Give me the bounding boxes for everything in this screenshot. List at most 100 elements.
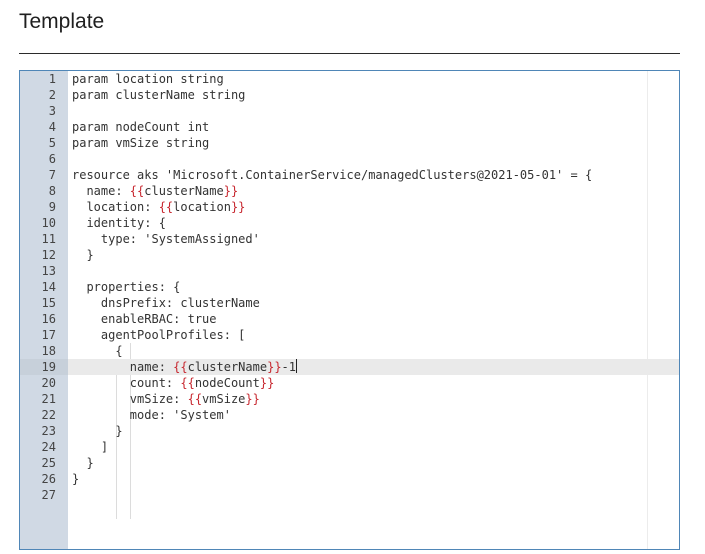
code-text[interactable]: } xyxy=(72,423,123,439)
code-token: name: xyxy=(72,360,174,374)
code-line[interactable]: 14 properties: { xyxy=(20,279,679,295)
code-text[interactable]: vmSize: {{vmSize}} xyxy=(72,391,260,407)
code-line[interactable]: 20 count: {{nodeCount}} xyxy=(20,375,679,391)
code-line[interactable]: 4 param nodeCount int xyxy=(20,119,679,135)
line-number: 21 xyxy=(41,392,56,406)
line-number: 7 xyxy=(48,168,56,182)
code-text[interactable]: count: {{nodeCount}} xyxy=(72,375,275,391)
text-cursor xyxy=(296,359,297,373)
line-number: 6 xyxy=(48,152,56,166)
code-line[interactable]: 1 param location string xyxy=(20,71,679,87)
code-line[interactable]: 11 type: 'SystemAssigned' xyxy=(20,231,679,247)
line-number: 13 xyxy=(41,264,56,278)
code-line[interactable]: 27 xyxy=(20,487,679,503)
code-token: clusterName xyxy=(144,184,224,198)
code-token: param nodeCount int xyxy=(72,120,210,134)
code-token: } xyxy=(72,424,123,438)
code-line[interactable]: 15 dnsPrefix: clusterName xyxy=(20,295,679,311)
code-line[interactable]: 10 identity: { xyxy=(20,215,679,231)
code-text[interactable]: location: {{location}} xyxy=(72,199,245,215)
code-text[interactable]: param location string xyxy=(72,71,224,87)
placeholder-brace: }} xyxy=(230,200,246,214)
code-token: properties: { xyxy=(72,280,181,294)
code-text[interactable]: { xyxy=(72,343,123,359)
line-number: 18 xyxy=(41,344,56,358)
code-line[interactable]: 2 param clusterName string xyxy=(20,87,679,103)
code-line[interactable]: 12 } xyxy=(20,247,679,263)
code-editor[interactable]: 1 param location string 2 param clusterName… xyxy=(19,70,680,550)
code-text[interactable]: resource aks 'Microsoft.ContainerService… xyxy=(72,167,592,183)
code-text[interactable]: param nodeCount int xyxy=(72,119,209,135)
placeholder-brace: {{ xyxy=(187,392,203,406)
code-token: param vmSize string xyxy=(72,136,210,150)
placeholder-brace: {{ xyxy=(180,376,195,390)
placeholder-brace: {{ xyxy=(158,200,174,214)
code-line[interactable]: 17 agentPoolProfiles: [ xyxy=(20,327,679,343)
code-text[interactable]: dnsPrefix: clusterName xyxy=(72,295,260,311)
code-token: } xyxy=(72,456,94,470)
code-text[interactable]: name: {{clusterName}} xyxy=(72,183,238,199)
code-token: clusterName xyxy=(187,360,268,374)
code-line[interactable]: 25 } xyxy=(20,455,679,471)
code-line[interactable]: 22 mode: 'System' xyxy=(20,407,679,423)
code-text[interactable]: properties: { xyxy=(72,279,180,295)
line-number: 19 xyxy=(20,359,68,375)
code-text[interactable]: mode: 'System' xyxy=(72,407,231,423)
line-number: 22 xyxy=(41,408,56,422)
placeholder-brace: {{ xyxy=(173,360,188,374)
code-line[interactable]: 16 enableRBAC: true xyxy=(20,311,679,327)
code-token: param location string xyxy=(72,72,224,86)
placeholder-brace: {{ xyxy=(129,184,145,198)
code-text[interactable]: name: {{clusterName}}-1 xyxy=(72,359,297,375)
code-line[interactable]: 19 name: {{clusterName}}-1 xyxy=(20,359,679,375)
placeholder-brace: }} xyxy=(245,392,260,406)
code-token: ] xyxy=(72,440,109,454)
code-lines[interactable]: 1 param location string 2 param clusterName… xyxy=(20,71,679,503)
code-text[interactable]: identity: { xyxy=(72,215,166,231)
code-token: location: xyxy=(72,200,159,214)
code-text[interactable]: } xyxy=(72,471,79,487)
line-number: 3 xyxy=(48,104,56,118)
code-text[interactable]: param vmSize string xyxy=(72,135,209,151)
code-token: type: 'SystemAssigned' xyxy=(72,232,260,246)
code-line[interactable]: 18 { xyxy=(20,343,679,359)
code-token: nodeCount xyxy=(194,376,260,390)
code-text[interactable]: ] xyxy=(72,439,108,455)
code-token: resource aks 'Microsoft.ContainerService… xyxy=(72,168,593,182)
code-text[interactable]: type: 'SystemAssigned' xyxy=(72,231,260,247)
code-line[interactable]: 8 name: {{clusterName}} xyxy=(20,183,679,199)
code-token: name: xyxy=(72,184,130,198)
code-text[interactable]: agentPoolProfiles: [ xyxy=(72,327,246,343)
line-number: 2 xyxy=(48,88,56,102)
line-number: 1 xyxy=(48,72,56,86)
code-token: { xyxy=(72,344,123,358)
code-token: count: xyxy=(72,376,181,390)
code-token: location xyxy=(173,200,231,214)
code-token: vmSize: xyxy=(72,392,188,406)
code-text[interactable]: } xyxy=(72,455,94,471)
code-token: } xyxy=(72,472,80,486)
line-number: 5 xyxy=(48,136,56,150)
line-number: 20 xyxy=(41,376,56,390)
line-number: 23 xyxy=(41,424,56,438)
line-number: 17 xyxy=(41,328,56,342)
code-text[interactable]: } xyxy=(72,247,93,263)
code-token: identity: { xyxy=(72,216,166,230)
line-number: 16 xyxy=(41,312,56,326)
code-text[interactable]: enableRBAC: true xyxy=(72,311,217,327)
line-number: 8 xyxy=(48,184,56,198)
code-line[interactable]: 7 resource aks 'Microsoft.ContainerServic… xyxy=(20,167,679,183)
code-line[interactable]: 23 } xyxy=(20,423,679,439)
code-line[interactable]: 26} xyxy=(20,471,679,487)
code-text[interactable]: param clusterName string xyxy=(72,87,245,103)
code-token: dnsPrefix: clusterName xyxy=(72,296,260,310)
code-line[interactable]: 5 param vmSize string xyxy=(20,135,679,151)
code-line[interactable]: 21 vmSize: {{vmSize}} xyxy=(20,391,679,407)
code-line[interactable]: 13 xyxy=(20,263,679,279)
code-line[interactable]: 6 xyxy=(20,151,679,167)
line-number: 12 xyxy=(41,248,56,262)
code-line[interactable]: 3 xyxy=(20,103,679,119)
code-line[interactable]: 24 ] xyxy=(20,439,679,455)
code-line[interactable]: 9 location: {{location}} xyxy=(20,199,679,215)
section-heading: Template xyxy=(19,10,105,33)
